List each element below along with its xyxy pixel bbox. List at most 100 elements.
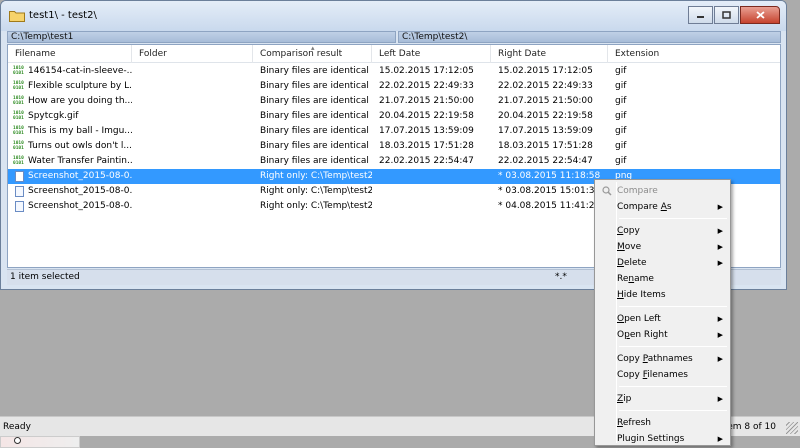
right-date-cell: * 04.08.2015 11:41:26 [498,201,601,211]
table-row[interactable]: Turns out owls don't l... Binary files ar… [8,139,780,154]
comparison-result-cell: Binary files are identical [260,141,369,151]
right-date-cell: 18.03.2015 17:51:28 [498,141,593,151]
menu-separator [619,306,727,307]
context-menu: Compare Compare As ▶ Copy ▶ Move ▶ Delete ▶ Renam… [594,179,731,446]
left-date-cell: 22.02.2015 22:49:33 [379,81,474,91]
extension-cell: gif [615,156,627,166]
menu-item-open-right[interactable]: Open Right ▶ [597,327,728,343]
menu-separator [619,410,727,411]
filename-cell: Screenshot_2015-08-0... [28,186,132,196]
folder-cell [132,94,253,109]
comparison-result-cell: Binary files are identical [260,81,369,91]
extension-cell: gif [615,96,627,106]
comparison-result-cell: Right only: C:\Temp\test2 [260,171,372,181]
menu-item-label: Hide Items [617,290,666,300]
left-date-cell: 18.03.2015 17:51:28 [379,141,474,151]
header-filename[interactable]: Filename [8,45,132,63]
menu-item-copy-filenames[interactable]: Copy Filenames [597,367,728,383]
filename-cell: Screenshot_2015-08-0... [28,171,132,181]
title-bar[interactable]: test1\ - test2\ [1,1,786,31]
extension-cell: gif [615,66,627,76]
menu-item-delete[interactable]: Delete ▶ [597,255,728,271]
menu-item-zip[interactable]: Zip ▶ [597,391,728,407]
menu-separator [619,386,727,387]
right-path-bar[interactable]: C:\Temp\test2\ [398,31,781,43]
minimize-icon [697,16,704,18]
filename-cell: Water Transfer Paintin... [28,156,132,166]
folder-cell [132,199,253,214]
menu-item-label: Compare [617,186,658,196]
document-icon [15,171,24,182]
binary-file-icon: 1010 0101 [13,96,24,106]
submenu-arrow-icon: ▶ [717,395,723,403]
minimize-button[interactable] [688,6,713,24]
extension-cell: gif [615,81,627,91]
extension-cell: gif [615,126,627,136]
menu-item-label: Copy Pathnames [617,354,693,364]
menu-item-rename[interactable]: Rename [597,271,728,287]
menu-item-copy[interactable]: Copy ▶ [597,223,728,239]
list-header: Filename Folder Comparison result Left D… [8,45,780,63]
header-folder[interactable]: Folder [132,45,253,63]
resize-grip-icon[interactable] [786,422,798,434]
menu-item-plugin-settings[interactable]: Plugin Settings ▶ [597,431,728,447]
binary-file-icon: 1010 0101 [13,111,24,121]
menu-item-copy-pathnames[interactable]: Copy Pathnames ▶ [597,351,728,367]
left-path-bar[interactable]: C:\Temp\test1 [7,31,396,43]
binary-file-icon: 1010 0101 [13,141,24,151]
folder-cell [132,109,253,124]
header-right-date[interactable]: Right Date [491,45,608,63]
menu-item-compare-as[interactable]: Compare As ▶ [597,199,728,215]
table-row[interactable]: Flexible sculpture by L... Binary files a… [8,79,780,94]
binary-file-icon: 1010 0101 [13,126,24,136]
right-date-cell: 21.07.2015 21:50:00 [498,96,593,106]
folder-icon [9,11,25,22]
menu-item-hide-items[interactable]: Hide Items [597,287,728,303]
submenu-arrow-icon: ▶ [717,315,723,323]
right-date-cell: 22.02.2015 22:49:33 [498,81,593,91]
menu-item-open-left[interactable]: Open Left ▶ [597,311,728,327]
extension-cell: gif [615,111,627,121]
left-date-cell: 15.02.2015 17:12:05 [379,66,474,76]
left-date-cell: 21.07.2015 21:50:00 [379,96,474,106]
menu-item-label: Delete [617,258,647,268]
menu-item-compare[interactable]: Compare [597,183,728,199]
extension-cell: gif [615,141,627,151]
comparison-result-cell: Binary files are identical [260,96,369,106]
table-row[interactable]: How are you doing th... Binary files are … [8,94,780,109]
menu-item-label: Zip [617,394,632,404]
submenu-arrow-icon: ▶ [717,243,723,251]
menu-item-refresh[interactable]: Refresh [597,415,728,431]
app-status-text: Ready [3,422,31,432]
circle-icon [14,437,21,444]
folder-cell [132,184,253,199]
maximize-button[interactable] [714,6,739,24]
table-row[interactable]: This is my ball - Imgu... Binary files ar… [8,124,780,139]
menu-item-label: Compare As [617,202,672,212]
menu-item-move[interactable]: Move ▶ [597,239,728,255]
table-row[interactable]: Spytcgk.gif Binary files are identical 20.… [8,109,780,124]
menu-item-label: Refresh [617,418,651,428]
table-row[interactable]: 146154-cat-in-sleeve-... Binary files are… [8,64,780,79]
window-title: test1\ - test2\ [29,10,97,21]
right-date-cell: 15.02.2015 17:12:05 [498,66,593,76]
binary-file-icon: 1010 0101 [13,66,24,76]
filename-cell: This is my ball - Imgu... [28,126,132,136]
binary-file-icon: 1010 0101 [13,81,24,91]
submenu-arrow-icon: ▶ [717,259,723,267]
taskbar-thumbnail[interactable] [0,436,80,448]
menu-item-label: Rename [617,274,654,284]
menu-item-label: Move [617,242,642,252]
close-icon [755,11,765,19]
filename-cell: Spytcgk.gif [28,111,79,121]
close-button[interactable] [740,6,780,24]
header-extension[interactable]: Extension [608,45,780,63]
header-left-date[interactable]: Left Date [372,45,491,63]
comparison-result-cell: Right only: C:\Temp\test2 [260,186,372,196]
right-date-cell: 22.02.2015 22:54:47 [498,156,593,166]
right-date-cell: 20.04.2015 22:19:58 [498,111,593,121]
menu-item-label: Plugin Settings [617,434,685,444]
table-row[interactable]: Water Transfer Paintin... Binary files ar… [8,154,780,169]
right-date-cell: * 03.08.2015 15:01:37 [498,186,601,196]
submenu-arrow-icon: ▶ [717,331,723,339]
